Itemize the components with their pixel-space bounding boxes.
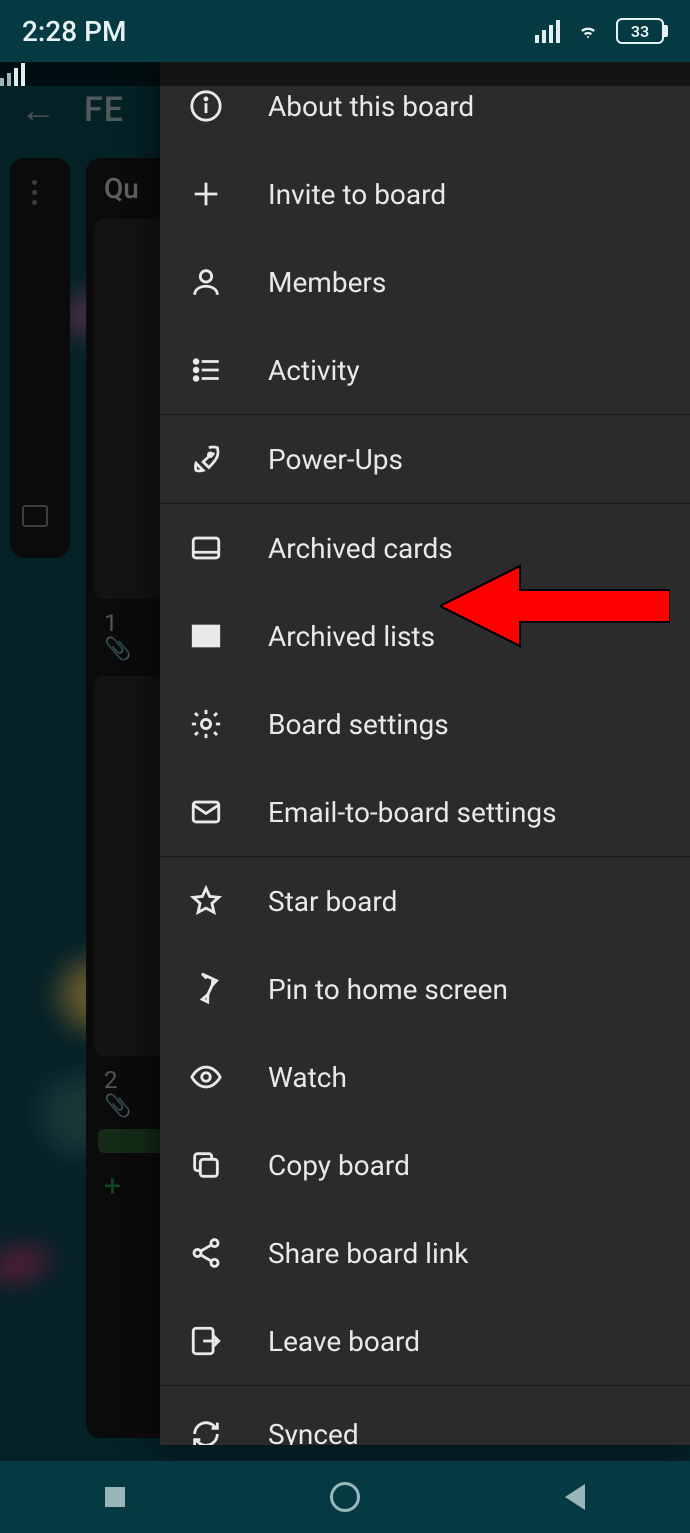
star-icon (188, 883, 224, 919)
menu-label: Board settings (268, 708, 449, 741)
menu-label: Archived cards (268, 532, 453, 565)
status-time: 2:28 PM (22, 15, 126, 48)
menu-label: Synced (268, 1418, 359, 1446)
sync-icon (188, 1416, 224, 1445)
menu-label: Leave board (268, 1325, 420, 1358)
info-icon (188, 88, 224, 124)
menu-label: Share board link (268, 1237, 468, 1270)
menu-item-copy[interactable]: Copy board (160, 1121, 690, 1209)
menu-label: Copy board (268, 1149, 410, 1182)
plus-icon (188, 176, 224, 212)
person-icon (188, 264, 224, 300)
columns-icon (188, 618, 224, 654)
signal-icon (0, 62, 690, 86)
mail-icon (188, 794, 224, 830)
menu-item-archived-lists[interactable]: Archived lists (160, 592, 690, 680)
screen: 2:28 PM 33 ← FE Qu 1 📎 (0, 0, 690, 1533)
menu-label: Email-to-board settings (268, 796, 557, 829)
wifi-icon (574, 20, 602, 42)
battery-icon: 33 (616, 18, 668, 44)
menu-label: Power-Ups (268, 443, 403, 476)
menu-label: Activity (268, 354, 360, 387)
eye-icon (188, 1059, 224, 1095)
card-icon (188, 530, 224, 566)
menu-item-board-settings[interactable]: Board settings (160, 680, 690, 768)
gear-icon (188, 706, 224, 742)
copy-icon (188, 1147, 224, 1183)
menu-item-archived-cards[interactable]: Archived cards (160, 504, 690, 592)
menu-label: Pin to home screen (268, 973, 508, 1006)
signal-icon (535, 19, 560, 43)
nav-home[interactable] (327, 1479, 363, 1515)
menu-label: Star board (268, 885, 397, 918)
menu-item-sync[interactable]: Synced (160, 1386, 690, 1445)
menu-item-watch[interactable]: Watch (160, 1033, 690, 1121)
menu-item-pin[interactable]: Pin to home screen (160, 945, 690, 1033)
status-right: 33 (535, 18, 668, 44)
rocket-icon (188, 441, 224, 477)
menu-label: Archived lists (268, 620, 435, 653)
menu-item-star[interactable]: Star board (160, 857, 690, 945)
menu-item-activity[interactable]: Activity (160, 326, 690, 414)
menu-item-email-settings[interactable]: Email-to-board settings (160, 768, 690, 856)
menu-item-powerups[interactable]: Power-Ups (160, 415, 690, 503)
status-bar: 2:28 PM 33 (0, 0, 690, 62)
nav-bar (0, 1461, 690, 1533)
list-icon (188, 352, 224, 388)
nav-recents[interactable] (97, 1479, 133, 1515)
menu-label: Members (268, 266, 386, 299)
menu-label: Watch (268, 1061, 347, 1094)
menu-item-leave[interactable]: Leave board (160, 1297, 690, 1385)
menu-item-invite[interactable]: Invite to board (160, 150, 690, 238)
menu-item-share[interactable]: Share board link (160, 1209, 690, 1297)
exit-icon (188, 1323, 224, 1359)
board-menu: About this board Invite to board Members… (160, 62, 690, 1445)
share-icon (188, 1235, 224, 1271)
menu-label: About this board (268, 90, 474, 123)
menu-label: Invite to board (268, 178, 446, 211)
battery-percent: 33 (631, 22, 649, 41)
menu-item-members[interactable]: Members (160, 238, 690, 326)
pin-icon (188, 971, 224, 1007)
nav-back[interactable] (557, 1479, 593, 1515)
